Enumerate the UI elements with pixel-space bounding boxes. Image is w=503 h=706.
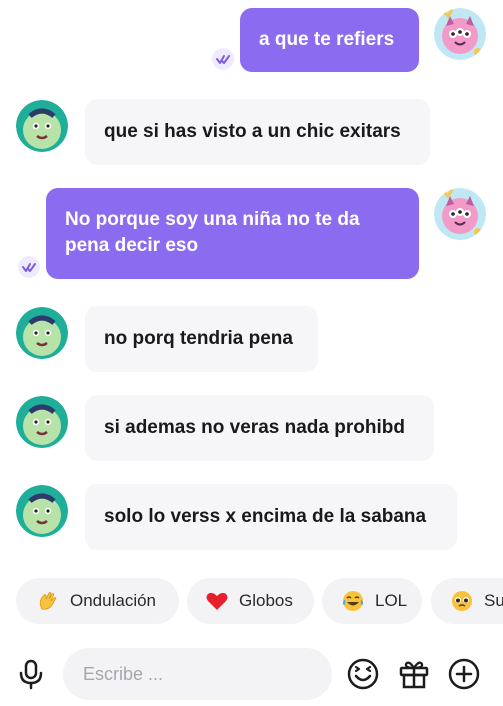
message-text: que si has visto a un chic exitars <box>104 121 401 142</box>
incoming-message[interactable]: que si has visto a un chic exitars <box>85 99 430 165</box>
message-text: no porq tendria pena <box>104 328 293 349</box>
waving-hand-icon <box>36 589 60 613</box>
contact-avatar[interactable] <box>16 396 68 448</box>
my-avatar[interactable] <box>434 188 486 240</box>
message-text: si ademas no veras nada prohibd <box>104 417 405 438</box>
outgoing-message[interactable]: a que te refiers <box>240 8 419 72</box>
incoming-message[interactable]: si ademas no veras nada prohibd <box>85 395 434 461</box>
reaction-chip-ondulacion[interactable]: Ondulación <box>16 578 179 624</box>
read-receipt-icon <box>18 256 40 278</box>
pleading-face-icon <box>450 589 474 613</box>
incoming-message[interactable]: solo lo verss x encima de la sabana <box>85 484 457 550</box>
reaction-chip-globos[interactable]: Globos <box>187 578 314 624</box>
laughing-tears-icon <box>341 589 365 613</box>
reaction-label: LOL <box>375 591 408 610</box>
reaction-chip-su[interactable]: Su <box>431 578 503 624</box>
microphone-icon[interactable] <box>13 656 49 692</box>
incoming-message[interactable]: no porq tendria pena <box>85 306 318 372</box>
message-text: solo lo verss x encima de la sabana <box>104 506 427 527</box>
add-icon[interactable] <box>446 656 482 692</box>
read-receipt-icon <box>212 48 234 70</box>
gift-icon[interactable] <box>396 656 432 692</box>
reaction-label: Ondulación <box>70 591 157 610</box>
outgoing-message[interactable]: No porque soy una niña no te da pena dec… <box>46 188 419 279</box>
reaction-label: Globos <box>239 591 293 610</box>
reaction-chip-lol[interactable]: LOL <box>322 578 422 624</box>
reaction-label: Su <box>484 591 503 610</box>
contact-avatar[interactable] <box>16 485 68 537</box>
message-input[interactable] <box>63 648 332 700</box>
contact-avatar[interactable] <box>16 100 68 152</box>
emoji-sticker-icon[interactable] <box>345 656 381 692</box>
message-text: No porque soy una niña no te da pena dec… <box>65 209 360 256</box>
red-heart-icon <box>205 589 229 613</box>
contact-avatar[interactable] <box>16 307 68 359</box>
message-text: a que te refiers <box>259 29 395 50</box>
my-avatar[interactable] <box>434 8 486 60</box>
